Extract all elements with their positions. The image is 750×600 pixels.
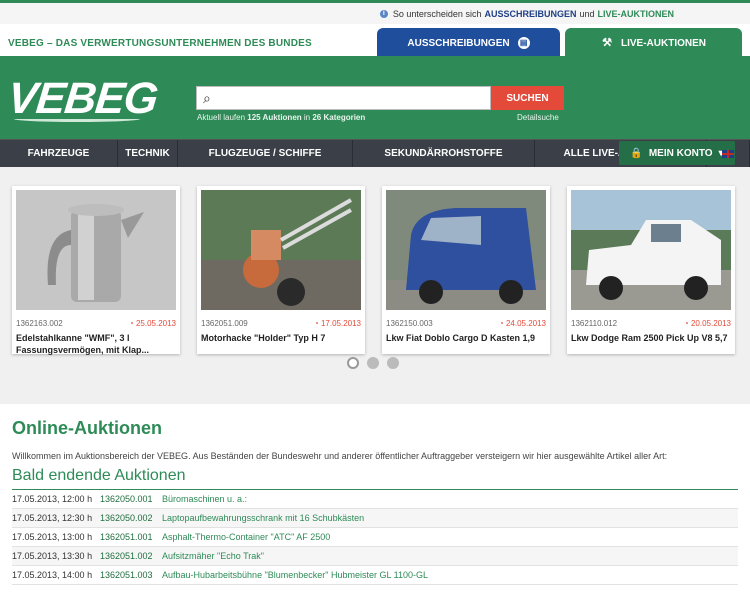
row-desc[interactable]: Laptopaufbewahrungsschrank mit 16 Schubk…: [162, 513, 364, 523]
carousel-dot[interactable]: [347, 357, 359, 369]
card-date: ◔ 17.05.2013: [313, 319, 361, 328]
top-info-bar: i So unterscheiden sich AUSSCHREIBUNGEN …: [0, 0, 750, 24]
intro-text: Willkommen im Auktionsbereich der VEBEG.…: [12, 451, 668, 461]
link-ausschreibungen[interactable]: AUSSCHREIBUNGEN: [484, 9, 576, 19]
nav-item-flugzeuge[interactable]: FLUGZEUGE / SCHIFFE: [178, 140, 353, 167]
brand-tagline: VEBEG – DAS VERWERTUNGSUNTERNEHMEN DES B…: [8, 38, 312, 49]
row-id[interactable]: 1362051.003: [100, 570, 162, 580]
row-time: 17.05.2013, 12:00 h: [12, 494, 93, 504]
search-button[interactable]: SUCHEN: [491, 86, 564, 110]
card-title: Lkw Fiat Doblo Cargo D Kasten 1,9: [386, 333, 536, 343]
table-row[interactable]: 17.05.2013, 12:30 h 1362050.002 Laptopau…: [12, 509, 738, 528]
page-title: Online-Auktionen: [12, 418, 162, 438]
search-bar: ⌕ SUCHEN: [196, 86, 564, 110]
detail-search-link[interactable]: Detailsuche: [517, 113, 559, 122]
card-id: 1362150.003: [386, 319, 433, 328]
search-input[interactable]: ⌕: [196, 86, 491, 110]
card-id: 1362051.009: [201, 319, 248, 328]
tab-ausschreibungen[interactable]: AUSSCHREIBUNGEN ▤: [377, 28, 560, 58]
row-desc[interactable]: Asphalt-Thermo-Container "ATC" AF 2500: [162, 532, 330, 542]
row-id[interactable]: 1362051.001: [100, 532, 162, 542]
table-row[interactable]: 17.05.2013, 12:00 h 1362050.001 Büromasc…: [12, 490, 738, 509]
header: VEBEG ⌕ SUCHEN 🔒 MEIN KONTO ▾: [0, 56, 750, 165]
table-row[interactable]: 17.05.2013, 14:00 h 1362051.003 Aufbau-H…: [12, 566, 738, 585]
topbar-and: und: [579, 8, 595, 19]
card-date: ◔ 25.05.2013: [128, 319, 176, 328]
clock-icon: ◔: [498, 319, 504, 328]
tab-label: LIVE-AUKTIONEN: [621, 37, 706, 49]
search-icon: ⌕: [203, 90, 211, 106]
fiat-van-image: [386, 190, 546, 310]
logo-swoosh: [14, 116, 140, 122]
clock-icon: ◔: [128, 319, 134, 328]
info-icon: i: [379, 9, 388, 18]
row-desc[interactable]: Aufsitzmäher "Echo Trak": [162, 551, 264, 561]
nav-item-fahrzeuge[interactable]: FAHRZEUGE: [0, 140, 118, 167]
auction-card[interactable]: 1362051.009 ◔ 17.05.2013 Motorhacke "Hold…: [197, 186, 365, 354]
main-content: Online-Auktionen Willkommen im Auktionsb…: [0, 404, 750, 585]
account-button[interactable]: 🔒 MEIN KONTO ▾: [619, 141, 735, 165]
nav-item-technik[interactable]: TECHNIK: [118, 140, 178, 167]
card-title: Lkw Dodge Ram 2500 Pick Up V8 5,7: [571, 333, 728, 343]
row-id[interactable]: 1362051.002: [100, 551, 162, 561]
card-id: 1362163.002: [16, 319, 63, 328]
tabs-row: VEBEG – DAS VERWERTUNGSUNTERNEHMEN DES B…: [0, 24, 750, 58]
row-time: 17.05.2013, 13:30 h: [12, 551, 93, 561]
clock-icon: ◔: [683, 319, 689, 328]
row-time: 17.05.2013, 13:00 h: [12, 532, 93, 542]
card-date: ◔ 24.05.2013: [498, 319, 546, 328]
row-id[interactable]: 1362050.001: [100, 494, 162, 504]
uk-flag-icon: [722, 149, 734, 158]
row-desc[interactable]: Büromaschinen u. a.:: [162, 494, 247, 504]
row-id[interactable]: 1362050.002: [100, 513, 162, 523]
carousel-dots: [347, 357, 399, 369]
card-id: 1362110.012: [571, 319, 618, 328]
clock-icon: ◔: [313, 319, 319, 328]
nav-item-sekundaerrohstoffe[interactable]: SEKUNDÄRROHSTOFFE: [353, 140, 535, 167]
card-title: Edelstahlkanne "WMF", 3 l Fassungsvermög…: [16, 333, 150, 355]
carousel-dot[interactable]: [387, 357, 399, 369]
table-row[interactable]: 17.05.2013, 13:30 h 1362051.002 Aufsitzm…: [12, 547, 738, 566]
thermos-jug-image: [16, 190, 176, 310]
tab-live-auktionen[interactable]: ⚒ LIVE-AUKTIONEN: [565, 28, 742, 58]
auction-card[interactable]: 1362110.012 ◔ 20.05.2013 Lkw Dodge Ram 25…: [567, 186, 735, 354]
section-subtitle: Bald endende Auktionen: [12, 461, 738, 490]
gavel-icon: ⚒: [602, 37, 612, 49]
lock-icon: 🔒: [630, 147, 643, 159]
card-date: ◔ 20.05.2013: [683, 319, 731, 328]
row-time: 17.05.2013, 14:00 h: [12, 570, 93, 580]
dodge-pickup-image: [571, 190, 731, 310]
row-time: 17.05.2013, 12:30 h: [12, 513, 93, 523]
card-title: Motorhacke "Holder" Typ H 7: [201, 333, 326, 343]
document-icon: ▤: [517, 37, 530, 49]
auction-card[interactable]: 1362150.003 ◔ 24.05.2013 Lkw Fiat Doblo C…: [382, 186, 550, 354]
tiller-image: [201, 190, 361, 310]
auction-card[interactable]: 1362163.002 ◔ 25.05.2013 Edelstahlkanne "…: [12, 186, 180, 355]
featured-carousel: 1362163.002 ◔ 25.05.2013 Edelstahlkanne "…: [0, 167, 750, 404]
tab-label: AUSSCHREIBUNGEN: [407, 37, 510, 49]
auction-list: 17.05.2013, 12:00 h 1362050.001 Büromasc…: [0, 490, 750, 585]
carousel-dot[interactable]: [367, 357, 379, 369]
table-row[interactable]: 17.05.2013, 13:00 h 1362051.001 Asphalt-…: [12, 528, 738, 547]
account-label: MEIN KONTO: [648, 147, 713, 159]
row-desc[interactable]: Aufbau-Hubarbeitsbühne "Blumenbecker" Hu…: [162, 570, 428, 580]
topbar-text: So unterscheiden sich: [392, 8, 482, 19]
link-live-auktionen[interactable]: LIVE-AUKTIONEN: [598, 9, 675, 19]
